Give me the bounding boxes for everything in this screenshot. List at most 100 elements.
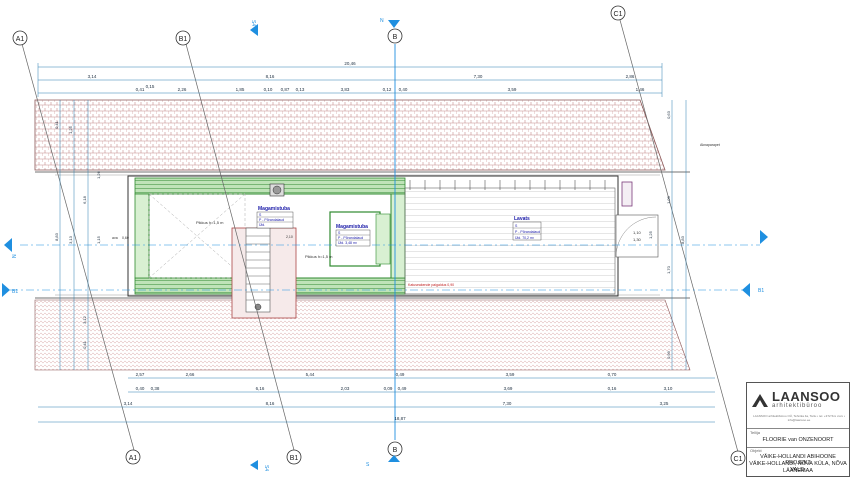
title-divider-2 [747,447,849,448]
dim-top-r2-0: 3,14 [88,74,97,79]
dim-top-r3-5: 0,87 [281,87,290,92]
grid-label-b1-bottom: B1 [290,455,299,462]
room-tag-2: Magamistuba S P - Põrandalaud Üld. 3,48 … [335,224,371,247]
dim-bottom-r2-4: 0,09 [384,386,393,391]
dim-bottom-r2-5: 0,49 [398,386,407,391]
marker-small-top: S4 [250,20,256,26]
dim-right-1: 1,09 [666,195,671,204]
height-note-left: Pikkus h=1,5 m [196,220,224,225]
dim-top-r2-1: 8,16 [266,74,275,79]
door-dim-0: 1,10 [633,230,642,235]
dim-top-r3-11: 1,46 [636,87,645,92]
dim-bottom-r2-2: 6,16 [256,386,265,391]
dim-bottom-r1-5: 0,70 [608,372,617,377]
chimney [269,183,285,197]
dim-top-r2-3: 2,86 [626,74,635,79]
dim-top-r3-4: 0,10 [264,87,273,92]
dim-bottom-r3-3: 3,25 [660,401,669,406]
room3-row-2: Üld. 70,2 m² [515,236,535,240]
dim-overall-bottom: 18,87 [394,416,406,421]
dim-top-r3-9: 0,40 [399,87,408,92]
dim-left-4: 3,12 [82,315,87,324]
title-block: LAANSOO arhitektibüroo LAANSOO arhitekti… [746,382,850,477]
dim-bottom-r2-1: 0,38 [151,386,160,391]
dim-left-3: 3,13 [68,235,73,244]
grid-label-a1-top: A1 [16,36,25,43]
dim-left-5: 0,41 [82,340,87,349]
right-vestibule [615,181,659,258]
dim-top-r3-1: 0,15 [146,84,155,89]
dim-left-6: 8,83 [54,232,59,241]
dim-top-r3-3: 1,85 [236,87,245,92]
marker-b1-left: B1 [12,289,18,295]
roof-lower [34,299,691,371]
dim-top-r3-8: 0,12 [383,87,392,92]
project-line-3: LÄÄNEMAA [783,468,813,474]
marker-s-bottom: S [366,462,370,468]
dim-right-5: 0,99 [666,350,671,359]
code-left: 0,60 [122,236,129,240]
room2-name: Magamistuba [336,224,368,230]
grid-label-b-top: B [393,34,398,41]
hatch-label: ava [112,236,118,240]
dim-bottom-r2-3: 2,03 [341,386,350,391]
room-tag-1: Magamistuba S P - Põrandalaud Üld. [256,206,294,229]
dim-top-r3-2: 2,26 [178,87,187,92]
marker-n-top: N [380,18,384,24]
floor-plan-drawing: A1 B1 B C1 A1 B1 B C1 N N S B1 B1 S4 S4 … [2,5,768,471]
grid-label-b-bottom: B [393,447,398,454]
dim-bottom-r1-3: 0,49 [396,372,405,377]
grid-label-b1-top: B1 [179,36,188,43]
hall-area [404,180,616,295]
right-note: Aknaparapet [700,143,720,147]
dim-bottom-r3-0: 3,14 [124,401,133,406]
dim-left-8: 1,15 [96,235,101,244]
dim-top-r3-0: 0,41 [136,87,145,92]
dim-bottom-r1-0: 2,57 [136,372,145,377]
stair [231,227,297,319]
height-note-mid: Pikkus h=1,5 m [305,254,333,259]
dim-right-0: 0,63 [666,110,671,119]
door-dim-1: 1,30 [633,237,642,242]
dim-top-r3-7: 3,83 [341,87,350,92]
dim-bottom-r3-2: 7,30 [503,401,512,406]
client-name: FLOORIE van ONZENOORT [762,437,834,443]
code-mid: 2,10 [286,235,293,239]
room3-name: Lavats [514,216,530,222]
dim-lines-top [37,63,663,97]
dim-right-4: 8,83 [680,235,685,244]
grid-label-a1-bottom: A1 [129,455,138,462]
roof-upper [34,99,666,171]
room1-name: Magamistuba [258,206,290,212]
marker-b1-right: B1 [758,288,764,294]
dim-overall-top: 20,46 [344,61,356,66]
room1-row-2: Üld. [259,223,265,227]
room1-row-1: P - Põrandalaud [259,218,284,222]
brand-name: LAANSOO [772,389,841,404]
dim-bottom-r1-2: 5,44 [306,372,315,377]
grid-label-c1-top: C1 [614,11,623,18]
brand-logo: LAANSOO arhitektibüroo [751,389,847,411]
dim-left-1: 1,25 [68,125,73,134]
dim-bottom-r2-8: 3,10 [664,386,673,391]
dim-bottom-r2-0: 0,40 [136,386,145,391]
dim-left-7: 1,26 [96,170,101,179]
brand-contact: LAANSOO arhitektibüroo OÜ, Tehnika 4a, T… [753,414,845,422]
marker-small-bottom: S4 [263,465,269,471]
dim-left-2: 6,18 [82,195,87,204]
caption-client: Tellija [750,430,761,435]
grid-label-c1-bottom: C1 [734,456,743,463]
dim-bottom-r3-1: 8,16 [266,401,275,406]
logo-mark-icon [752,394,768,407]
dim-bottom-r2-6: 3,69 [504,386,513,391]
dim-bottom-r1-4: 3,59 [506,372,515,377]
marker-n-left: N [12,254,18,258]
dim-right-2: 1,25 [648,230,653,239]
dim-right-3: 1,70 [666,265,671,274]
dim-top-r3-10: 3,59 [508,87,517,92]
dim-top-r2-2: 7,30 [474,74,483,79]
red-note: Katuseakende paigaldus 0,90 [408,283,454,287]
dim-top-r3-6: 0,13 [296,87,305,92]
dim-left-0: 0,41 [54,120,59,129]
dim-lines-bottom [38,377,715,423]
